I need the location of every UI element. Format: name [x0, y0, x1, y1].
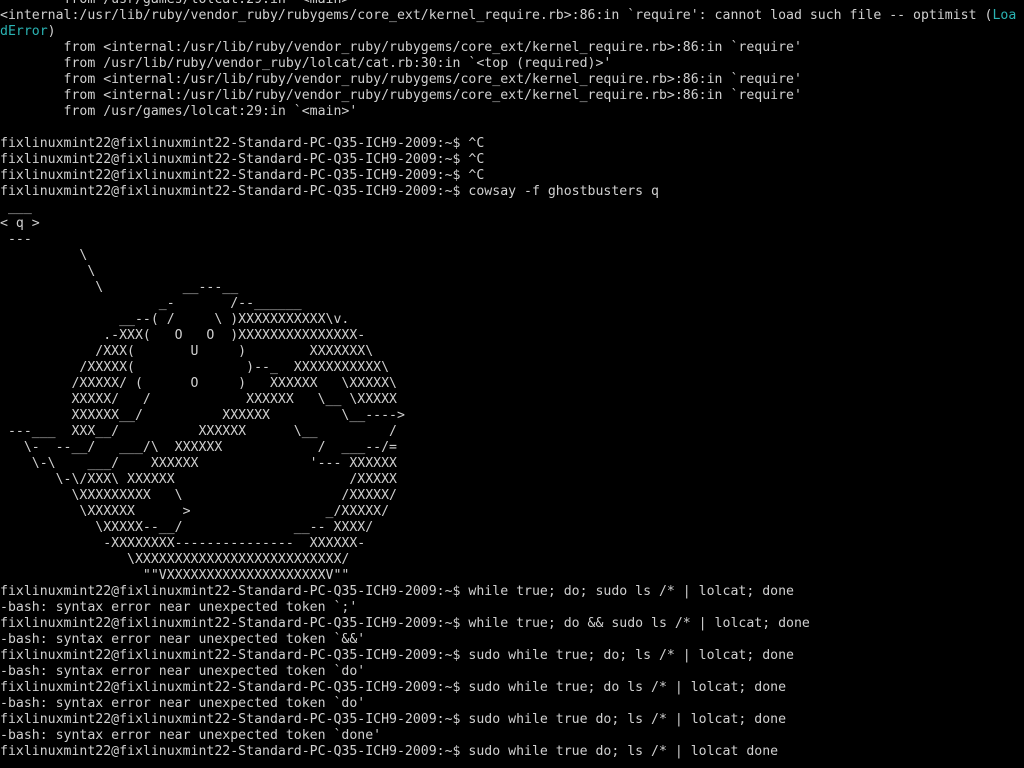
terminal-line: \XXXXXXXXXXXXXXXXXXXXXXXXXX/	[0, 552, 350, 567]
terminal-line: XXXXX/ / XXXXXX \__ \XXXXX	[0, 392, 397, 407]
terminal-line: -bash: syntax error near unexpected toke…	[0, 728, 382, 743]
terminal-line: \ __---__	[0, 280, 239, 295]
terminal-line: fixlinuxmint22@fixlinuxmint22-Standard-P…	[0, 712, 787, 727]
terminal-line: __--( / \ )XXXXXXXXXXX\v.	[0, 312, 350, 327]
terminal-line: ___	[0, 200, 32, 215]
terminal-line: ---	[0, 232, 32, 247]
terminal-line: .-XXX( O O )XXXXXXXXXXXXXXX-	[0, 328, 366, 343]
terminal-text-segment: <internal:/usr/lib/ruby/vendor_ruby/ruby…	[0, 8, 993, 23]
terminal-line: < q >	[0, 216, 40, 231]
terminal-line: ---___ XXX__/ XXXXXX \__ /	[0, 424, 397, 439]
terminal-line: \XXXXXX > _/XXXXX/	[0, 504, 390, 519]
terminal-line: from <internal:/usr/lib/ruby/vendor_ruby…	[0, 40, 802, 55]
terminal-line: from /usr/games/lolcat:29:in `<main>'	[0, 0, 1024, 8]
terminal-line: \XXXXXXXXX \ /XXXXX/	[0, 488, 397, 503]
terminal-line: from <internal:/usr/lib/ruby/vendor_ruby…	[0, 88, 802, 103]
terminal-line: -bash: syntax error near unexpected toke…	[0, 664, 366, 679]
terminal-line: XXXXXX__/ XXXXXX \__---->	[0, 408, 405, 423]
terminal-line: /XXX( U ) XXXXXXX\	[0, 344, 374, 359]
terminal-line: from /usr/lib/ruby/vendor_ruby/lolcat/ca…	[0, 56, 612, 71]
terminal-line: fixlinuxmint22@fixlinuxmint22-Standard-P…	[0, 680, 787, 695]
terminal-line: \XXXXX--__/ __-- XXXX/	[0, 520, 374, 535]
terminal-line: from /usr/games/lolcat:29:in `<main>'	[0, 104, 358, 119]
terminal-line: fixlinuxmint22@fixlinuxmint22-Standard-P…	[0, 136, 485, 151]
terminal-line: fixlinuxmint22@fixlinuxmint22-Standard-P…	[0, 584, 794, 599]
terminal-line: /XXXXX/ ( O ) XXXXXX \XXXXX\	[0, 376, 397, 391]
terminal-line: /XXXXX( )--_ XXXXXXXXXXX\	[0, 360, 390, 375]
terminal-line: \-\ ___/ XXXXXX '--- XXXXXX	[0, 456, 397, 471]
terminal-line: \-\/XXX\ XXXXXX /XXXXX	[0, 472, 397, 487]
terminal-line: -bash: syntax error near unexpected toke…	[0, 632, 366, 647]
terminal-line: -bash: syntax error near unexpected toke…	[0, 696, 366, 711]
terminal-line: -XXXXXXXX--------------- XXXXXX-	[0, 536, 366, 551]
terminal-line: from <internal:/usr/lib/ruby/vendor_ruby…	[0, 72, 802, 87]
terminal-line: fixlinuxmint22@fixlinuxmint22-Standard-P…	[0, 648, 794, 663]
terminal-line: \- --__/ ___/\ XXXXXX / ___--/=	[0, 440, 397, 455]
terminal-text-segment: )	[47, 24, 56, 39]
terminal-line: -bash: syntax error near unexpected toke…	[0, 600, 358, 615]
terminal-line: fixlinuxmint22@fixlinuxmint22-Standard-P…	[0, 152, 485, 167]
terminal-line: \	[0, 248, 88, 263]
terminal-output[interactable]: from /usr/games/lolcat:29:in `<main>'<in…	[0, 0, 1024, 760]
terminal-line: fixlinuxmint22@fixlinuxmint22-Standard-P…	[0, 744, 779, 759]
terminal-line: fixlinuxmint22@fixlinuxmint22-Standard-P…	[0, 616, 810, 631]
terminal-line: dError)	[0, 24, 1024, 40]
terminal-line: <internal:/usr/lib/ruby/vendor_ruby/ruby…	[0, 8, 1024, 24]
terminal-line: fixlinuxmint22@fixlinuxmint22-Standard-P…	[0, 168, 485, 183]
terminal-text-segment: Loa	[992, 8, 1017, 23]
terminal-line: _- /--______	[0, 296, 302, 311]
terminal-line: fixlinuxmint22@fixlinuxmint22-Standard-P…	[0, 184, 659, 199]
terminal-text-segment: dError	[0, 24, 48, 39]
terminal-line: ""VXXXXXXXXXXXXXXXXXXXXV""	[0, 568, 350, 583]
terminal-line: \	[0, 264, 96, 279]
